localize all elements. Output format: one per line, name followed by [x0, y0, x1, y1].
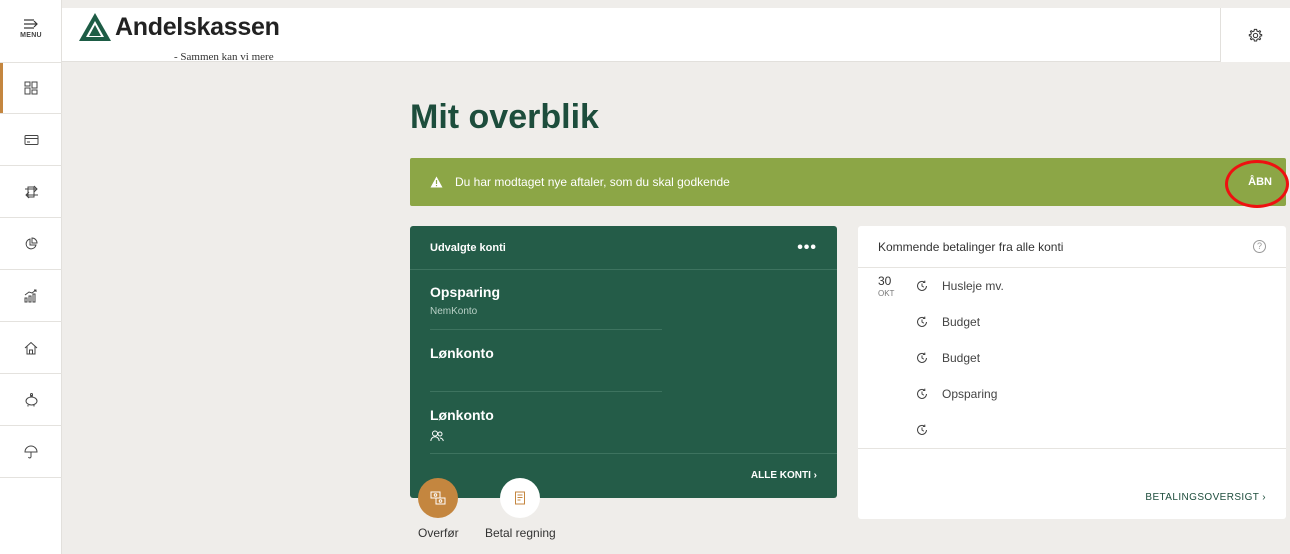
recurring-icon — [917, 316, 927, 327]
pie-chart-icon — [25, 236, 38, 249]
payment-month: OKT — [878, 289, 895, 298]
accounts-card: Udvalgte konti ••• Opsparing NemKonto Lø… — [410, 226, 837, 498]
recurring-icon — [917, 388, 927, 399]
account-row[interactable]: Lønkonto — [430, 407, 837, 447]
umbrella-icon — [24, 445, 38, 458]
payment-item[interactable] — [916, 420, 942, 440]
alert-banner: Du har modtaget nye aftaler, som du skal… — [410, 158, 1286, 206]
account-name: Opsparing — [430, 284, 501, 300]
account-divider — [430, 391, 662, 392]
card-icon — [24, 134, 38, 145]
header: Andelskassen - Sammen kan vi mere — [62, 8, 1262, 63]
accounts-title: Udvalgte konti — [430, 241, 506, 254]
piggy-bank-icon — [25, 392, 37, 406]
account-name: Lønkonto — [430, 407, 494, 423]
all-accounts-link[interactable]: ALLE KONTI › — [751, 470, 817, 481]
settings-button[interactable] — [1220, 8, 1290, 62]
account-name: Lønkonto — [430, 345, 494, 361]
sidebar-nav — [0, 62, 62, 478]
accounts-header: Udvalgte konti ••• — [410, 226, 837, 270]
payments-divider — [858, 448, 1286, 449]
payment-label: Opsparing — [942, 387, 998, 401]
payment-overview-link[interactable]: BETALINGSOVERSIGT › — [1145, 492, 1266, 503]
home-icon — [24, 341, 38, 354]
logo-mark-icon — [79, 13, 111, 41]
sidebar-item-cards[interactable] — [0, 114, 62, 166]
open-agreements-button[interactable]: ÅBN — [1248, 158, 1272, 206]
recurring-icon — [917, 352, 927, 363]
payment-label: Budget — [942, 315, 981, 329]
payment-label: Husleje mv. — [942, 279, 1004, 293]
account-row[interactable]: Opsparing NemKonto — [430, 284, 837, 317]
recurring-icon — [917, 280, 927, 291]
growth-chart-icon — [24, 289, 37, 302]
transfer-icon — [24, 185, 38, 198]
sidebar: MENU — [0, 0, 62, 554]
menu-button[interactable]: MENU — [0, 8, 62, 58]
payment-item[interactable]: Opsparing — [916, 384, 997, 404]
tagline: - Sammen kan vi mere — [174, 51, 274, 63]
gear-icon — [1248, 28, 1263, 42]
shared-account-icon — [430, 429, 837, 447]
payments-title: Kommende betalinger fra alle konti — [878, 239, 1064, 254]
more-options-button[interactable]: ••• — [797, 239, 817, 257]
sidebar-item-budget[interactable] — [0, 218, 62, 270]
transfer-label: Overfør — [418, 526, 459, 540]
pay-bill-action[interactable]: Betal regning — [485, 478, 556, 540]
account-divider — [430, 329, 662, 330]
alert-text: Du har modtaget nye aftaler, som du skal… — [455, 175, 730, 189]
payment-day: 30 — [878, 274, 892, 288]
payment-item[interactable]: Husleje mv. — [916, 276, 1004, 296]
menu-label: MENU — [20, 32, 42, 39]
pay-bill-action-circle — [500, 478, 541, 518]
logo-text: Andelskassen — [115, 12, 280, 41]
dashboard-icon — [24, 81, 38, 95]
upcoming-payments-card: Kommende betalinger fra alle konti ? 30 … — [858, 226, 1286, 519]
menu-arrow-icon — [24, 19, 38, 29]
sidebar-item-insurance[interactable] — [0, 426, 62, 478]
help-icon[interactable]: ? — [1253, 240, 1266, 253]
logo[interactable]: Andelskassen — [78, 12, 280, 42]
transfer-money-icon — [430, 491, 446, 505]
sidebar-item-transfers[interactable] — [0, 166, 62, 218]
transfer-action-circle — [418, 478, 459, 518]
payment-item[interactable]: Budget — [916, 312, 980, 332]
bill-icon — [515, 491, 526, 505]
payment-item[interactable]: Budget — [916, 348, 980, 368]
account-row[interactable]: Lønkonto — [430, 345, 837, 361]
sidebar-item-housing[interactable] — [0, 322, 62, 374]
account-subtitle: NemKonto — [430, 306, 478, 317]
sidebar-item-savings[interactable] — [0, 374, 62, 426]
sidebar-item-investments[interactable] — [0, 270, 62, 322]
page-title: Mit overblik — [410, 98, 599, 136]
sidebar-item-overview[interactable] — [0, 62, 62, 114]
pay-bill-label: Betal regning — [485, 526, 556, 540]
transfer-action[interactable]: Overfør — [418, 478, 459, 540]
recurring-icon — [917, 424, 927, 435]
account-divider — [430, 453, 837, 454]
payment-date: 30 OKT — [878, 274, 894, 298]
payments-header: Kommende betalinger fra alle konti ? — [858, 226, 1286, 268]
warning-icon — [430, 176, 443, 188]
payment-label: Budget — [942, 351, 981, 365]
